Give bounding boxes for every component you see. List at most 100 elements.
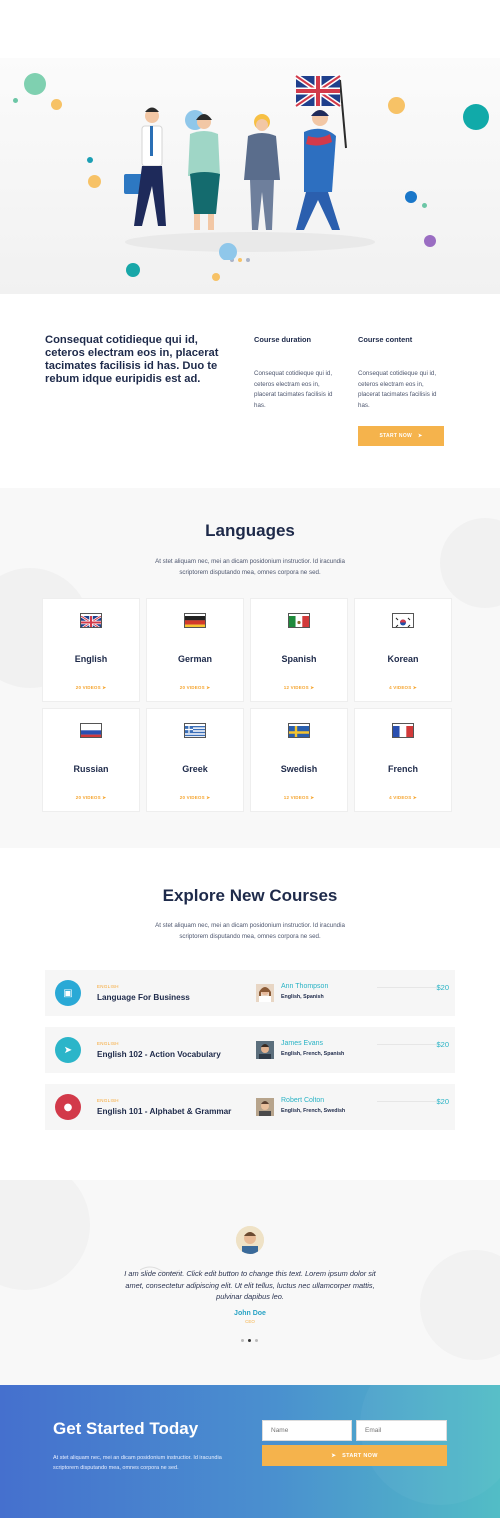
course-category: ENGLISH (97, 984, 119, 989)
language-card-russian[interactable]: Russian 20 VIDEOS ➤ (42, 708, 140, 812)
testimonial-quote: I am slide content. Click edit button to… (124, 1269, 376, 1301)
teacher-avatar (256, 1098, 274, 1116)
decor-circle (212, 273, 220, 281)
language-name: Greek (182, 764, 208, 774)
slider-dot-1[interactable] (241, 1339, 244, 1342)
languages-subtitle: At stet aliquam nec, mei an dicam posido… (155, 558, 345, 576)
course-category: ENGLISH (97, 1098, 119, 1103)
course-name[interactable]: English 102 - Action Vocabulary (97, 1050, 221, 1059)
course-languages: English, French, Swedish (281, 1108, 346, 1114)
cta-start-now-label: START NOW (342, 1452, 378, 1459)
decor-circle (51, 99, 62, 110)
greece-flag-icon (184, 723, 206, 738)
arrow-circle-icon: ➤ (310, 685, 315, 690)
teacher-name[interactable]: James Evans (281, 1040, 323, 1047)
video-count: 20 VIDEOS ➤ (75, 795, 107, 800)
languages-title: Languages (205, 521, 295, 540)
language-name: Korean (387, 654, 419, 664)
course-row-vocabulary[interactable]: ➤ ENGLISH English 102 - Action Vocabular… (45, 1027, 455, 1073)
course-name[interactable]: English 101 - Alphabet & Grammar (97, 1107, 231, 1116)
language-card-spanish[interactable]: Spanish 12 VIDEOS ➤ (250, 598, 348, 702)
testimonial-section: I am slide content. Click edit button to… (0, 1180, 500, 1385)
testimonial-role: CEO (245, 1319, 255, 1324)
decor-circle (424, 235, 436, 247)
hero-illustration-section (0, 58, 500, 294)
course-content-heading: Course content (358, 335, 413, 344)
divider (377, 1101, 437, 1102)
cta-start-now-button[interactable]: ➤ START NOW (262, 1445, 447, 1466)
language-name: Russian (73, 764, 109, 774)
paper-plane-icon: ➤ (331, 1452, 337, 1459)
video-count: 4 VIDEOS ➤ (389, 795, 417, 800)
courses-subtitle: At stet aliquam nec, mei an dicam posido… (155, 922, 345, 940)
video-count: 4 VIDEOS ➤ (389, 685, 417, 690)
video-count: 20 VIDEOS ➤ (179, 795, 211, 800)
mexico-flag-icon (288, 613, 310, 628)
germany-flag-icon (184, 613, 206, 628)
uk-flag-icon (80, 613, 102, 628)
testimonial-avatar (236, 1226, 264, 1254)
course-info-section: Consequat cotidieque qui id, ceteros ele… (0, 294, 500, 488)
courses-title: Explore New Courses (162, 886, 338, 905)
email-input[interactable] (356, 1420, 447, 1441)
korea-flag-icon (392, 613, 414, 628)
paper-plane-icon: ➤ (418, 433, 423, 439)
course-row-alphabet[interactable]: ● ENGLISH English 101 - Alphabet & Gramm… (45, 1084, 455, 1130)
arrow-circle-icon: ➤ (102, 795, 107, 800)
language-name: German (177, 654, 212, 664)
slider-dot-2[interactable] (248, 1339, 251, 1342)
courses-section: Explore New Courses At stet aliquam nec,… (0, 848, 500, 1180)
arrow-circle-icon: ➤ (206, 795, 211, 800)
decor-circle (126, 263, 140, 277)
language-card-german[interactable]: German 20 VIDEOS ➤ (146, 598, 244, 702)
arrow-circle-icon: ➤ (102, 685, 107, 690)
get-started-section: Get Started Today At stet aliquam nec, m… (0, 1385, 500, 1518)
teacher-name[interactable]: Robert Colton (281, 1097, 324, 1104)
language-name: English (74, 654, 108, 664)
arrow-circle-icon: ➤ (206, 685, 211, 690)
course-languages: English, French, Spanish (281, 1051, 345, 1057)
name-input[interactable] (262, 1420, 352, 1441)
start-now-button[interactable]: START NOW ➤ (358, 426, 444, 446)
video-count: 20 VIDEOS ➤ (179, 685, 211, 690)
language-card-english[interactable]: English 20 VIDEOS ➤ (42, 598, 140, 702)
decor-circle (13, 98, 18, 103)
get-started-title: Get Started Today (53, 1419, 199, 1438)
language-card-greek[interactable]: Greek 20 VIDEOS ➤ (146, 708, 244, 812)
decor-circle (24, 73, 46, 95)
decor-circle (388, 97, 405, 114)
course-category: ENGLISH (97, 1041, 119, 1046)
teacher-avatar (256, 984, 274, 1002)
course-languages: English, Spanish (281, 994, 324, 1000)
course-duration-text: Consequat cotidieque qui id, ceteros ele… (254, 370, 333, 409)
course-row-business[interactable]: ▣ ENGLISH Language For Business Ann Thom… (45, 970, 455, 1016)
course-price: $20 (436, 983, 449, 992)
video-count: 12 VIDEOS ➤ (283, 795, 315, 800)
teacher-avatar (256, 1041, 274, 1059)
arrow-circle-icon: ➤ (412, 685, 417, 690)
teacher-name[interactable]: Ann Thompson (281, 983, 328, 990)
briefcase-icon: ▣ (55, 980, 81, 1006)
get-started-text: At stet aliquam nec, mei an dicam posido… (53, 1455, 222, 1471)
france-flag-icon (392, 723, 414, 738)
decor-circle (420, 1250, 500, 1360)
start-now-label: START NOW (379, 433, 413, 439)
slider-dot-3[interactable] (255, 1339, 258, 1342)
language-name: Spanish (281, 654, 317, 664)
language-card-french[interactable]: French 4 VIDEOS ➤ (354, 708, 452, 812)
language-card-swedish[interactable]: Swedish 12 VIDEOS ➤ (250, 708, 348, 812)
divider (377, 987, 437, 988)
course-content-text: Consequat cotidieque qui id, ceteros ele… (358, 370, 437, 409)
decor-circle (0, 1180, 90, 1290)
apple-icon: ● (55, 1094, 81, 1120)
arrow-circle-icon: ➤ (310, 795, 315, 800)
sweden-flag-icon (288, 723, 310, 738)
course-headline: Consequat cotidieque qui id, ceteros ele… (45, 334, 219, 385)
decor-circle (87, 157, 93, 163)
language-card-korean[interactable]: Korean 4 VIDEOS ➤ (354, 598, 452, 702)
language-name: French (387, 764, 418, 774)
language-name: Swedish (280, 764, 318, 774)
course-duration-heading: Course duration (254, 335, 312, 344)
divider (377, 1044, 437, 1045)
course-name[interactable]: Language For Business (97, 993, 190, 1002)
